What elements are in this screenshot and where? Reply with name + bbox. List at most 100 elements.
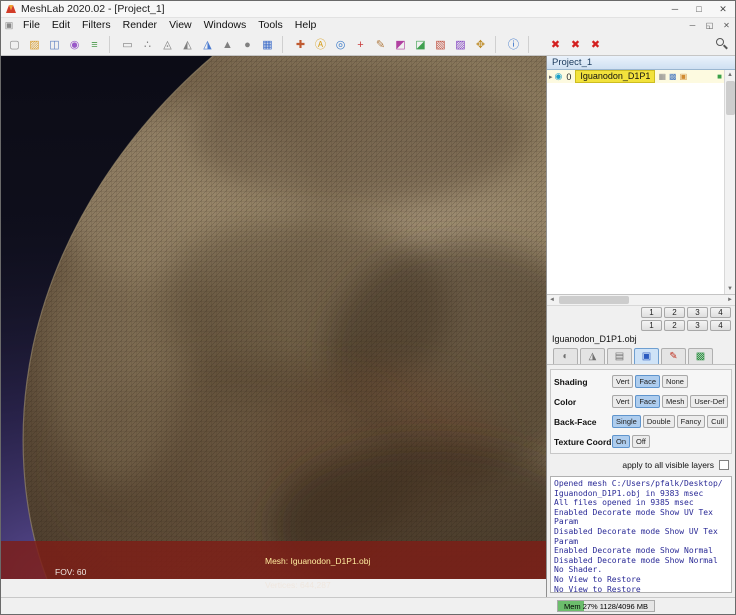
log-line: Param [554,537,728,547]
layer-name[interactable]: Iguanodon_D1P1 [575,70,655,83]
scroll-up-icon[interactable]: ▲ [725,70,735,80]
layer-row[interactable]: ▸ ◉ 0 Iguanodon_D1P1 ▦ ▩ ▣ ■ [547,70,735,83]
menu-view[interactable]: View [163,18,198,33]
wireframe-flag-icon[interactable]: ▦ [658,72,666,81]
bbox-mode-icon[interactable]: ▭ [119,36,136,53]
maximize-button[interactable]: □ [687,1,711,17]
shading-face-button[interactable]: Face [635,375,660,388]
smooth-mode-icon[interactable]: ● [239,36,256,53]
tab-wireframe[interactable]: ◮ [580,348,605,364]
visibility-eye-icon[interactable]: ◉ [555,71,563,82]
menu-windows[interactable]: Windows [198,18,253,33]
delete-free-vertices-icon[interactable]: ✖ [567,36,584,53]
pick-points-icon[interactable]: + [352,36,369,53]
hidden-lines-mode-icon[interactable]: ◭ [179,36,196,53]
z-painting-icon[interactable]: ✎ [372,36,389,53]
tab-texture[interactable]: ✎ [661,348,686,364]
log-line: No Shader. [554,565,728,575]
tab-points[interactable]: ▤ [607,348,632,364]
restore-view-2-button[interactable]: 2 [664,320,685,331]
info-icon[interactable]: ⓘ [505,36,522,53]
title-bar[interactable]: MeshLab 2020.02 - [Project_1] ─ □ ✕ [1,1,735,18]
save-project-icon[interactable]: ◫ [46,36,63,53]
select-vertices-icon[interactable]: ◩ [392,36,409,53]
snapshot-icon[interactable]: ◉ [66,36,83,53]
color-vert-button[interactable]: Vert [612,395,633,408]
save-view-2-button[interactable]: 2 [664,307,685,318]
open-project-icon[interactable]: ▨ [26,36,43,53]
menu-help[interactable]: Help [289,18,323,33]
save-view-3-button[interactable]: 3 [687,307,708,318]
log-panel: Opened mesh C:/Users/pfalk/Desktop/Iguan… [550,476,732,593]
texture-flag-icon[interactable]: ▩ [669,72,677,81]
hscroll-thumb[interactable] [559,296,629,304]
flat-mode-icon[interactable]: ▲ [219,36,236,53]
select-faces-icon[interactable]: ◪ [412,36,429,53]
tab-rendering[interactable]: ▣ [634,348,659,364]
color-mesh-button[interactable]: Mesh [662,395,688,408]
texture-coord-on-button[interactable]: On [612,435,630,448]
trackball-icon[interactable]: ✚ [292,36,309,53]
toolbar: ▢▨◫◉≡▭∴◬◭◮▲●▦✚Ⓐ◎+✎◩◪▧▨✥ⓘ✖✖✖ [1,33,735,56]
restore-view-1-button[interactable]: 1 [641,320,662,331]
child-minimize-button[interactable]: ─ [684,19,701,33]
layer-list-vscrollbar[interactable]: ▲ ▼ [724,70,735,294]
back-face-cull-button[interactable]: Cull [707,415,728,428]
points-mode-icon[interactable]: ∴ [139,36,156,53]
toolbar-separator [528,36,544,53]
scroll-down-icon[interactable]: ▼ [725,284,735,294]
vscroll-thumb[interactable] [726,81,735,115]
select-faces-rect-icon[interactable]: ▧ [432,36,449,53]
layer-index: 0 [564,72,573,82]
layer-list-hscrollbar[interactable]: ◄ ► [547,295,735,306]
delete-mesh-icon[interactable]: ✖ [547,36,564,53]
toolbar-separator [495,36,502,53]
save-view-1-button[interactable]: 1 [641,307,662,318]
delete-non-manifold-icon[interactable]: ✖ [587,36,604,53]
text-label-icon[interactable]: Ⓐ [312,36,329,53]
minimize-button[interactable]: ─ [663,1,687,17]
expander-icon[interactable]: ▸ [549,73,553,81]
color-user-def-button[interactable]: User-Def [690,395,728,408]
child-window-icon: ▣ [3,20,15,31]
apply-all-layers-checkbox[interactable] [719,460,729,470]
project-tab[interactable]: Project_1 [547,56,735,70]
texture-mode-icon[interactable]: ▦ [259,36,276,53]
close-button[interactable]: ✕ [711,1,735,17]
color-face-button[interactable]: Face [635,395,660,408]
3d-viewport[interactable]: FOV: 60 FPS: 29.9 BO_RENDERING Mesh: Igu… [1,56,546,579]
layer-dialog-icon[interactable]: ≡ [86,36,103,53]
menu-filters[interactable]: Filters [76,18,117,33]
scroll-left-icon[interactable]: ◄ [549,295,555,305]
back-face-single-button[interactable]: Single [612,415,641,428]
new-project-icon[interactable]: ▢ [6,36,23,53]
save-view-4-button[interactable]: 4 [710,307,731,318]
option-label-shading: Shading [554,377,612,387]
child-close-button[interactable]: ✕ [718,19,735,33]
tab-mesh-info[interactable]: ◐ [553,348,578,364]
manipulator-icon[interactable]: ✥ [472,36,489,53]
back-face-fancy-button[interactable]: Fancy [677,415,705,428]
child-restore-button[interactable]: ◱ [701,19,718,33]
current-mesh-name: Iguanodon_D1P1.obj [547,332,735,346]
restore-view-3-button[interactable]: 3 [687,320,708,331]
texture-coord-off-button[interactable]: Off [632,435,650,448]
menu-tools[interactable]: Tools [252,18,289,33]
scroll-right-icon[interactable]: ► [727,295,733,305]
wireframe-mode-icon[interactable]: ◬ [159,36,176,53]
back-face-double-button[interactable]: Double [643,415,675,428]
menu-edit[interactable]: Edit [46,18,76,33]
menu-render[interactable]: Render [117,18,163,33]
menu-file[interactable]: File [17,18,46,33]
shading-none-button[interactable]: None [662,375,688,388]
meshlab-window: MeshLab 2020.02 - [Project_1] ─ □ ✕ ▣ Fi… [0,0,736,615]
color-flag-icon[interactable]: ▣ [680,72,688,81]
shading-vert-button[interactable]: Vert [612,375,633,388]
measure-tool-icon[interactable]: ◎ [332,36,349,53]
flat-lines-mode-icon[interactable]: ◮ [199,36,216,53]
restore-view-4-button[interactable]: 4 [710,320,731,331]
search-icon[interactable] [714,36,730,52]
layer-list[interactable]: ▸ ◉ 0 Iguanodon_D1P1 ▦ ▩ ▣ ■ ▲ ▼ [547,70,735,295]
tab-shader[interactable]: ▩ [688,348,713,364]
select-connected-icon[interactable]: ▨ [452,36,469,53]
